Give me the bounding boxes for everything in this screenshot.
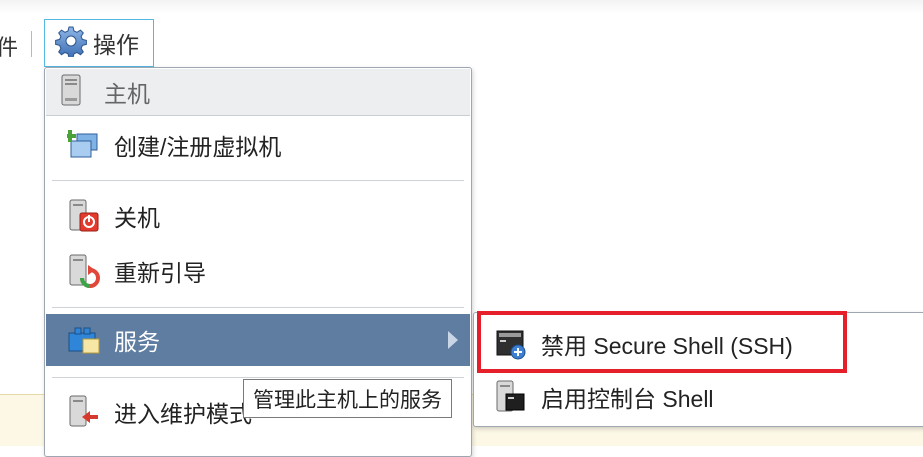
ssh-icon [493, 326, 529, 362]
toolbar-partial-label: 件 [0, 35, 19, 60]
menu-divider [52, 377, 464, 378]
menu-item-label: 创建/注册虚拟机 [114, 134, 282, 160]
maintenance-icon [66, 394, 102, 430]
submenu-item-enable-console-shell[interactable]: 启用控制台 Shell [475, 371, 923, 423]
actions-button-label: 操作 [93, 32, 139, 58]
create-vm-icon [66, 127, 102, 163]
services-icon [66, 322, 102, 358]
host-icon [60, 74, 82, 111]
submenu-item-label: 禁用 Secure Shell (SSH) [541, 333, 793, 359]
submenu-item-label: 启用控制台 Shell [541, 386, 714, 412]
menu-item-label: 进入维护模式 [114, 401, 252, 427]
menu-item-shutdown[interactable]: 关机 [46, 190, 470, 242]
submenu-item-disable-ssh[interactable]: 禁用 Secure Shell (SSH) [475, 318, 923, 370]
menu-item-label: 服务 [114, 329, 160, 355]
menu-header: 主机 [46, 69, 470, 116]
services-submenu: 禁用 Secure Shell (SSH) 启用控制台 Shell [473, 312, 923, 427]
menu-item-reboot[interactable]: 重新引导 [46, 245, 470, 297]
menu-divider [52, 307, 464, 308]
shutdown-icon [66, 198, 102, 234]
menu-item-create-register-vm[interactable]: 创建/注册虚拟机 [46, 119, 470, 171]
console-shell-icon [493, 379, 529, 415]
tooltip: 管理此主机上的服务 [243, 379, 452, 418]
menu-header-label: 主机 [104, 81, 150, 107]
menu-item-services[interactable]: 服务 [46, 314, 470, 366]
actions-button[interactable]: 操作 [44, 19, 154, 67]
reboot-icon [66, 253, 102, 289]
menu-item-label: 重新引导 [114, 260, 206, 286]
menu-item-label: 关机 [114, 205, 160, 231]
submenu-arrow-icon [448, 331, 458, 349]
toolbar-separator [31, 31, 32, 57]
menu-divider [52, 180, 464, 181]
gear-icon [55, 25, 87, 62]
